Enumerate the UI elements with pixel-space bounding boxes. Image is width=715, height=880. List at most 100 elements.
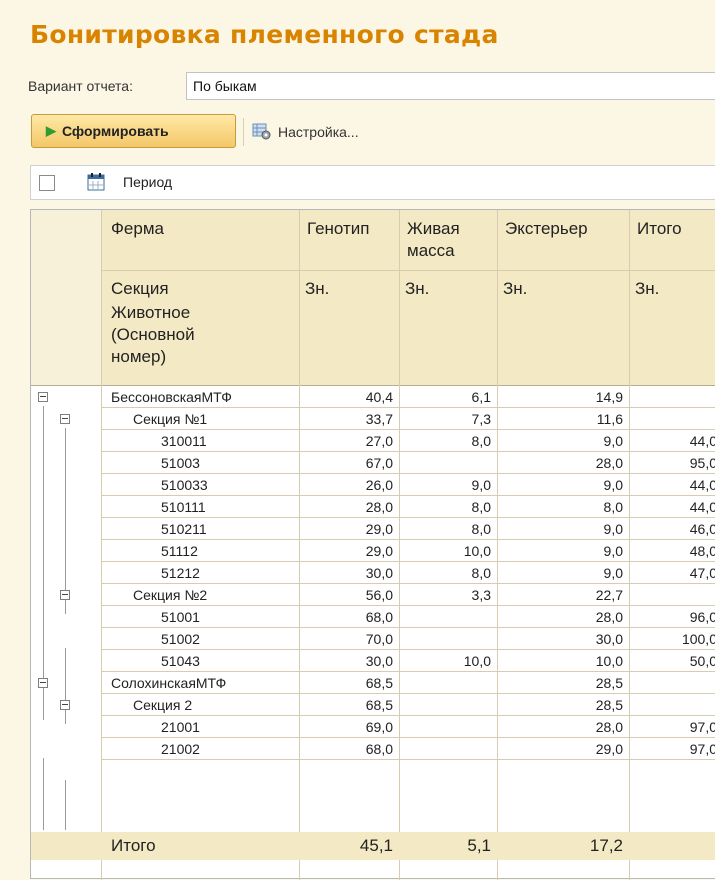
row-genotype: 29,0 bbox=[365, 543, 393, 559]
table-row[interactable]: 51043 30,0 10,0 10,0 50,0 bbox=[31, 650, 715, 672]
row-exterior: 11,6 bbox=[596, 411, 623, 427]
row-total: 95,0 bbox=[689, 455, 715, 471]
table-row[interactable]: 21001 69,0 28,0 97,0 bbox=[31, 716, 715, 738]
row-weight: 7,3 bbox=[471, 411, 491, 427]
form-report-button[interactable]: ▶ Сформировать bbox=[31, 114, 236, 148]
period-label: Период bbox=[123, 174, 173, 190]
table-row[interactable]: 21002 68,0 29,0 97,0 bbox=[31, 738, 715, 760]
table-row[interactable]: 510033 26,0 9,0 9,0 44,0 bbox=[31, 474, 715, 496]
farm-group-row[interactable]: БессоновскаяМТФ 40,4 6,1 14,9 bbox=[31, 386, 715, 408]
header-genotype-zn: Зн. bbox=[305, 279, 330, 298]
row-exterior: 22,7 bbox=[595, 587, 623, 603]
totals-genotype: 45,1 bbox=[359, 836, 393, 855]
collapse-icon[interactable] bbox=[38, 392, 48, 402]
row-total bbox=[629, 408, 715, 430]
collapse-icon[interactable] bbox=[38, 678, 48, 688]
table-row[interactable]: 51001 68,0 28,0 96,0 bbox=[31, 606, 715, 628]
row-weight bbox=[399, 628, 491, 650]
row-exterior: 9,0 bbox=[603, 565, 623, 581]
row-exterior: 28,0 bbox=[595, 609, 623, 625]
header-total: Итого bbox=[637, 219, 682, 238]
row-weight bbox=[399, 452, 491, 474]
period-filter-bar: Период bbox=[30, 165, 715, 200]
row-name: Секция 2 bbox=[133, 697, 193, 713]
tree-header-area bbox=[31, 210, 101, 385]
totals-label: Итого bbox=[111, 836, 156, 855]
row-total bbox=[629, 672, 715, 694]
row-weight: 6,1 bbox=[471, 389, 491, 405]
farm-group-row[interactable]: СолохинскаяМТФ 68,5 28,5 bbox=[31, 672, 715, 694]
row-genotype: 68,5 bbox=[365, 697, 393, 713]
table-row[interactable]: 310011 27,0 8,0 9,0 44,0 bbox=[31, 430, 715, 452]
row-name: СолохинскаяМТФ bbox=[111, 675, 227, 691]
row-weight: 8,0 bbox=[471, 499, 491, 515]
row-exterior: 9,0 bbox=[603, 521, 623, 537]
header-weight-zn: Зн. bbox=[405, 279, 430, 298]
tree-line bbox=[65, 780, 66, 830]
row-exterior: 9,0 bbox=[603, 543, 623, 559]
row-weight: 9,0 bbox=[471, 477, 491, 493]
row-genotype: 40,4 bbox=[365, 389, 393, 405]
section-group-row[interactable]: Секция №2 56,0 3,3 22,7 bbox=[31, 584, 715, 606]
row-name: Секция №1 bbox=[133, 411, 208, 427]
row-total: 97,0 bbox=[689, 719, 715, 735]
header-animal-line3: номер) bbox=[111, 347, 167, 366]
header-exterior: Экстерьер bbox=[505, 219, 588, 238]
row-exterior: 9,0 bbox=[603, 433, 623, 449]
row-exterior: 10,0 bbox=[595, 653, 623, 669]
totals-weight: 5,1 bbox=[467, 836, 491, 855]
report-table[interactable]: Ферма Генотип Живая масса Экстерьер Итог… bbox=[30, 209, 715, 880]
row-name: БессоновскаяМТФ bbox=[111, 389, 232, 405]
row-total: 44,0 bbox=[689, 433, 715, 449]
header-total-zn: Зн. bbox=[635, 279, 660, 298]
row-exterior: 28,5 bbox=[595, 697, 623, 713]
row-exterior: 8,0 bbox=[603, 499, 623, 515]
collapse-icon[interactable] bbox=[60, 700, 70, 710]
variant-field[interactable]: По быкам bbox=[186, 72, 715, 100]
row-genotype: 68,0 bbox=[365, 609, 393, 625]
table-row[interactable]: 510111 28,0 8,0 8,0 44,0 bbox=[31, 496, 715, 518]
table-row[interactable]: 51112 29,0 10,0 9,0 48,0 bbox=[31, 540, 715, 562]
row-weight bbox=[399, 606, 491, 628]
row-exterior: 29,0 bbox=[595, 741, 623, 757]
row-exterior: 9,0 bbox=[603, 477, 623, 493]
totals-row: Итого 45,1 5,1 17,2 bbox=[31, 832, 715, 860]
table-row[interactable]: 510211 29,0 8,0 9,0 46,0 bbox=[31, 518, 715, 540]
row-genotype: 26,0 bbox=[365, 477, 393, 493]
totals-total bbox=[629, 832, 715, 860]
row-weight: 8,0 bbox=[471, 521, 491, 537]
section-group-row[interactable]: Секция 2 68,5 28,5 bbox=[31, 694, 715, 716]
header-exterior-zn: Зн. bbox=[503, 279, 528, 298]
row-genotype: 29,0 bbox=[365, 521, 393, 537]
table-row[interactable]: 51212 30,0 8,0 9,0 47,0 bbox=[31, 562, 715, 584]
table-row[interactable]: 51002 70,0 30,0 100,0 bbox=[31, 628, 715, 650]
header-animal-line2: (Основной bbox=[111, 325, 195, 344]
header-animal-line1: Животное bbox=[111, 303, 191, 322]
row-genotype: 30,0 bbox=[365, 565, 393, 581]
section-group-row[interactable]: Секция №1 33,7 7,3 11,6 bbox=[31, 408, 715, 430]
collapse-icon[interactable] bbox=[60, 590, 70, 600]
row-total: 47,0 bbox=[689, 565, 715, 581]
page-title: Бонитировка племенного стада bbox=[30, 20, 499, 49]
row-weight: 8,0 bbox=[471, 433, 491, 449]
row-genotype: 33,7 bbox=[365, 411, 393, 427]
row-weight bbox=[399, 694, 491, 716]
variant-label: Вариант отчета: bbox=[28, 78, 133, 94]
row-genotype: 68,0 bbox=[365, 741, 393, 757]
row-total: 96,0 bbox=[689, 609, 715, 625]
header-weight-line1: Живая bbox=[407, 219, 460, 238]
header-farm: Ферма bbox=[111, 219, 164, 238]
totals-exterior: 17,2 bbox=[589, 836, 623, 855]
row-genotype: 69,0 bbox=[365, 719, 393, 735]
row-genotype: 67,0 bbox=[365, 455, 393, 471]
table-row[interactable]: 51003 67,0 28,0 95,0 bbox=[31, 452, 715, 474]
row-genotype: 30,0 bbox=[365, 653, 393, 669]
row-total: 46,0 bbox=[689, 521, 715, 537]
row-genotype: 28,0 bbox=[365, 499, 393, 515]
row-total bbox=[629, 386, 715, 408]
period-checkbox[interactable] bbox=[39, 175, 55, 191]
play-icon: ▶ bbox=[46, 123, 56, 138]
row-weight bbox=[399, 716, 491, 738]
settings-button[interactable]: Настройка... bbox=[252, 118, 359, 146]
collapse-icon[interactable] bbox=[60, 414, 70, 424]
